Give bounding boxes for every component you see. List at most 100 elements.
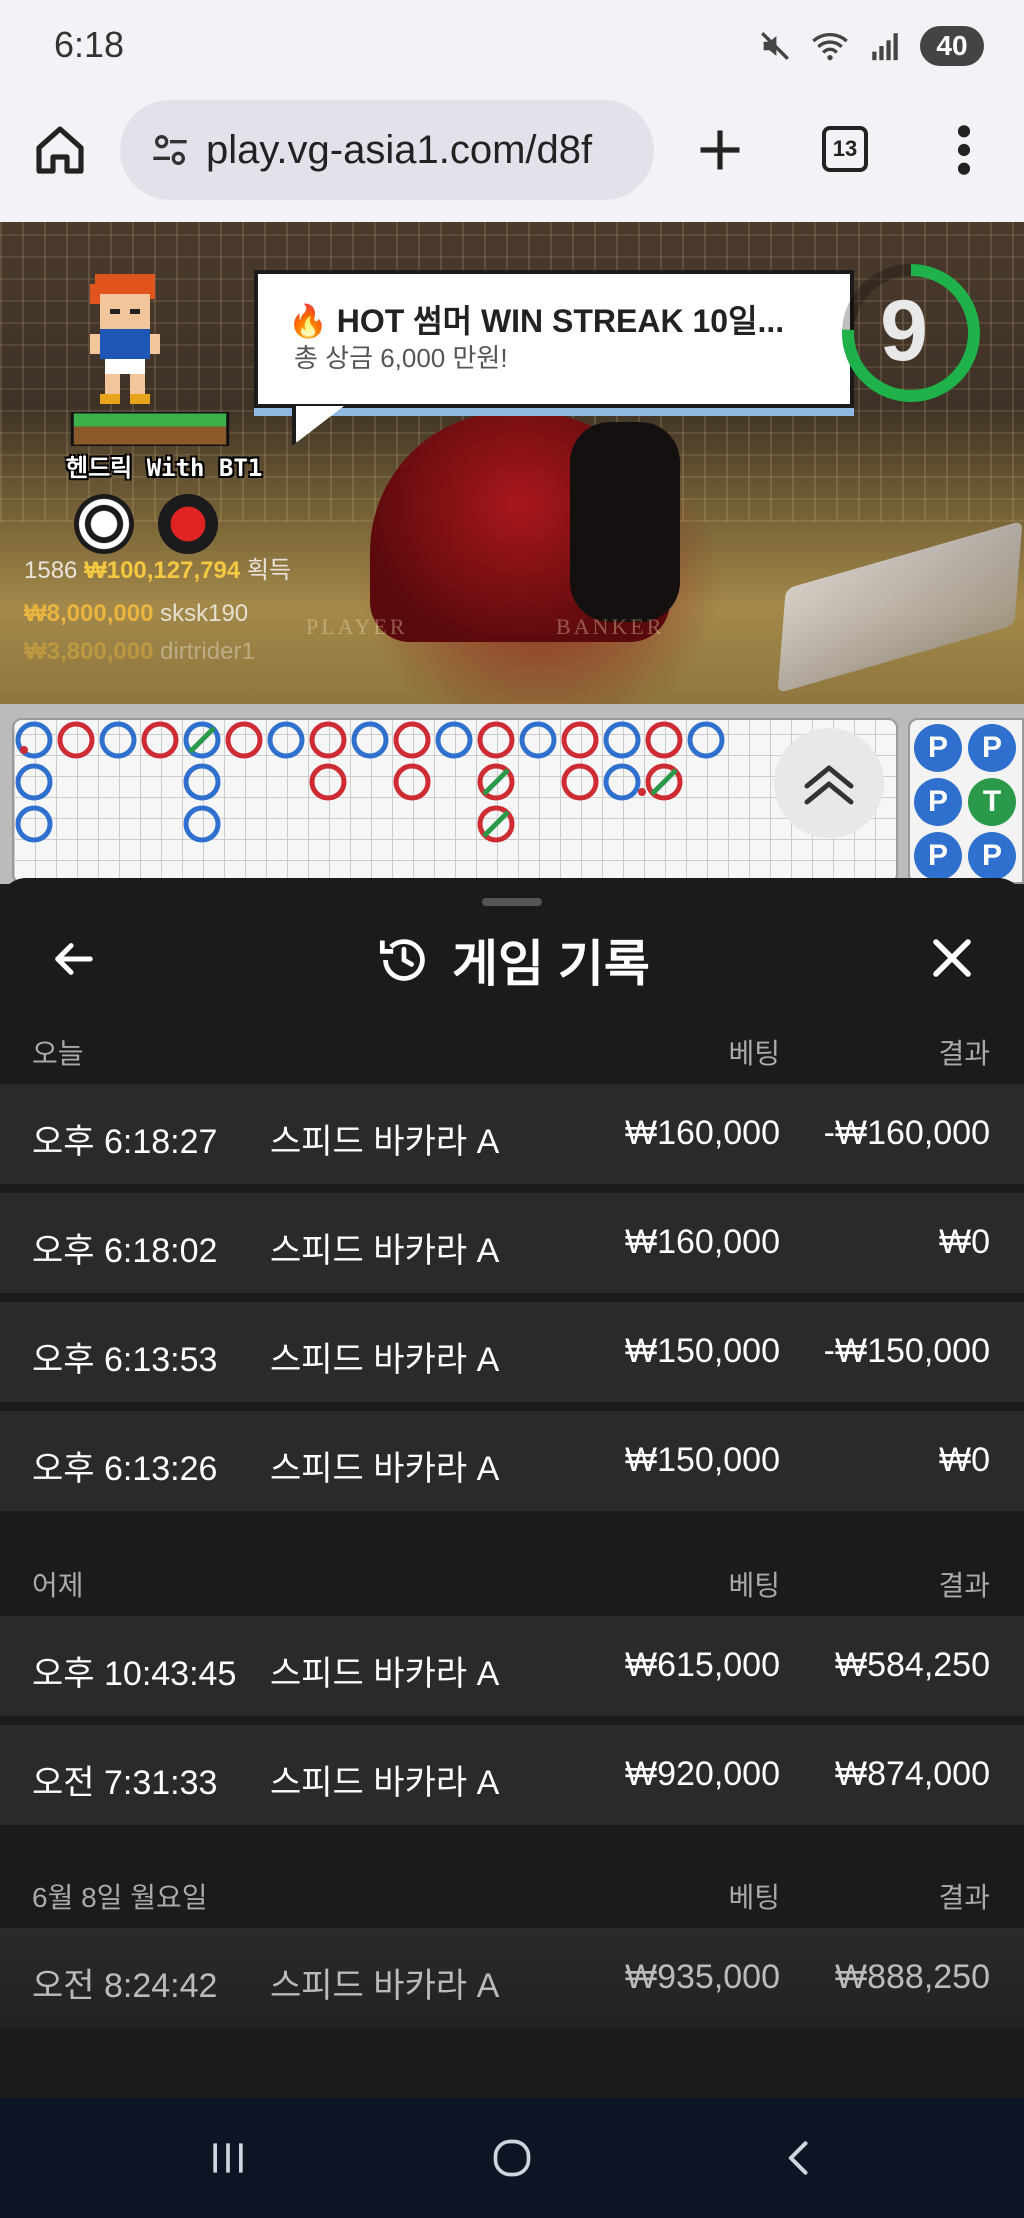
result-header: 결과 xyxy=(938,1038,990,1069)
row-game: 스피드 바카라 A xyxy=(270,1232,500,1270)
row-result: -₩160,000 xyxy=(823,1114,990,1152)
win-ticker-item: ₩8,000,000 sksk190 xyxy=(24,600,248,628)
mascot-character[interactable] xyxy=(80,274,170,404)
status-bar: 6:18 40 xyxy=(0,0,1024,92)
row-game: 스피드 바카라 A xyxy=(270,1123,500,1161)
close-icon[interactable] xyxy=(928,934,976,982)
row-game: 스피드 바카라 A xyxy=(270,1764,500,1802)
row-game: 스피드 바카라 A xyxy=(270,1967,500,2005)
bead-road-mark: P xyxy=(968,724,1016,772)
win-total-suffix: 획득 xyxy=(246,557,292,584)
row-time: 오전 7:31:33 xyxy=(32,1764,218,1802)
bead-road-mark: T xyxy=(968,778,1016,826)
row-time: 오후 6:13:53 xyxy=(32,1341,218,1379)
battery-indicator: 40 xyxy=(920,26,984,66)
bead-road-mark: P xyxy=(914,832,962,880)
table-label-banker: BANKER xyxy=(556,614,665,639)
recent-apps-icon[interactable] xyxy=(206,2136,250,2180)
game-history-sheet: 게임 기록 오늘 베팅 결과 오후 6:18:27 스피드 바카라 A ₩160… xyxy=(0,878,1024,2098)
row-result: -₩150,000 xyxy=(823,1332,990,1370)
win-ticker-item: ₩3,800,000 dirtrider1 xyxy=(24,638,255,666)
new-tab-icon[interactable] xyxy=(694,124,746,176)
history-row[interactable]: 오후 10:43:45 스피드 바카라 A ₩615,000 ₩584,250 xyxy=(0,1616,1024,1716)
row-time: 오후 6:13:26 xyxy=(32,1450,218,1488)
row-time: 오전 8:24:42 xyxy=(32,1967,218,2005)
win-nickname: sksk190 xyxy=(160,600,249,627)
history-row[interactable]: 오전 7:31:33 스피드 바카라 A ₩920,000 ₩874,000 xyxy=(0,1725,1024,1825)
table-label-player: PLAYER xyxy=(306,614,408,639)
home-nav-icon[interactable] xyxy=(490,2136,534,2180)
bead-road-mark: P xyxy=(914,778,962,826)
home-icon[interactable] xyxy=(32,122,88,178)
history-row[interactable]: 오전 8:24:42 스피드 바카라 A ₩935,000 ₩888,250 xyxy=(0,1928,1024,2028)
promo-subtitle: 총 상금 6,000 만원! xyxy=(294,343,508,373)
row-bet: ₩935,000 xyxy=(625,1958,780,1996)
back-arrow-icon[interactable] xyxy=(50,936,96,982)
row-result: ₩888,250 xyxy=(835,1958,990,1996)
live-video: PLAYER BANKER 헨드릭 With BT1 1586 ₩100,127… xyxy=(0,222,1024,704)
more-menu-icon[interactable] xyxy=(950,122,978,178)
history-row[interactable]: 오후 6:13:26 스피드 바카라 A ₩150,000 ₩0 xyxy=(0,1411,1024,1511)
red-orb-icon[interactable] xyxy=(158,494,218,554)
white-orb-icon[interactable] xyxy=(74,494,134,554)
history-row[interactable]: 오후 6:18:02 스피드 바카라 A ₩160,000 ₩0 xyxy=(0,1193,1024,1293)
row-bet: ₩160,000 xyxy=(625,1114,780,1152)
expand-up-button[interactable] xyxy=(774,728,884,838)
bead-road[interactable]: P P P T P P xyxy=(908,718,1024,884)
mascot-name: 헨드릭 With BT1 xyxy=(66,454,263,482)
win-amount: ₩8,000,000 xyxy=(24,600,154,627)
row-result: ₩584,250 xyxy=(835,1646,990,1684)
row-time: 오후 10:43:45 xyxy=(32,1655,237,1693)
grass-platform xyxy=(70,412,230,446)
bet-header: 베팅 xyxy=(728,1882,780,1913)
win-amount: ₩3,800,000 xyxy=(24,638,154,665)
promo-banner[interactable]: 🔥 HOT 썸머 WIN STREAK 10일... 총 상금 6,000 만원… xyxy=(254,270,854,408)
back-nav-icon[interactable] xyxy=(778,2136,822,2180)
row-result: ₩0 xyxy=(939,1223,990,1261)
countdown-number: 9 xyxy=(880,283,928,379)
result-header: 결과 xyxy=(938,1882,990,1913)
bet-header: 베팅 xyxy=(728,1038,780,1069)
url-text: play.vg-asia1.com/d8f xyxy=(206,127,593,172)
big-road[interactable] xyxy=(12,718,898,884)
win-nickname: dirtrider1 xyxy=(160,638,255,665)
history-row[interactable]: 오후 6:13:53 스피드 바카라 A ₩150,000 -₩150,000 xyxy=(0,1302,1024,1402)
row-result: ₩874,000 xyxy=(835,1755,990,1793)
site-settings-icon[interactable] xyxy=(150,130,190,170)
browser-toolbar: play.vg-asia1.com/d8f 13 xyxy=(0,92,1024,222)
row-time: 오후 6:18:02 xyxy=(32,1232,218,1270)
row-game: 스피드 바카라 A xyxy=(270,1655,500,1693)
status-icons: 40 xyxy=(758,26,984,66)
section-header-today: 오늘 베팅 결과 xyxy=(0,1020,1024,1076)
section-label: 어제 xyxy=(32,1570,84,1601)
dealer-hair xyxy=(570,422,680,622)
status-time: 6:18 xyxy=(54,24,125,65)
screen: 6:18 40 play.vg-asia1.com/d8f 13 PLAYER … xyxy=(0,0,1024,2218)
section-label: 6월 8일 월요일 xyxy=(32,1882,208,1913)
bet-header: 베팅 xyxy=(728,1570,780,1601)
big-road-marks xyxy=(15,721,725,843)
promo-title: 🔥 HOT 썸머 WIN STREAK 10일... xyxy=(288,303,785,339)
sheet-title: 게임 기록 xyxy=(378,924,650,996)
sheet-drag-handle[interactable] xyxy=(482,898,542,906)
row-result: ₩0 xyxy=(939,1441,990,1479)
row-game: 스피드 바카라 A xyxy=(270,1341,500,1379)
win-count: 1586 xyxy=(24,557,78,584)
section-label: 오늘 xyxy=(32,1038,84,1069)
history-row[interactable]: 오후 6:18:27 스피드 바카라 A ₩160,000 -₩160,000 xyxy=(0,1084,1024,1184)
win-ticker-total: 1586 ₩100,127,794 획득 xyxy=(24,550,291,585)
address-bar[interactable]: play.vg-asia1.com/d8f xyxy=(120,100,654,200)
card-shoe xyxy=(777,520,1023,694)
history-icon xyxy=(379,939,425,981)
row-bet: ₩920,000 xyxy=(625,1755,780,1793)
result-header: 결과 xyxy=(938,1570,990,1601)
tab-switcher-button[interactable]: 13 xyxy=(822,126,868,172)
system-nav-bar xyxy=(0,2098,1024,2218)
sheet-title-text: 게임 기록 xyxy=(452,936,650,992)
row-game: 스피드 바카라 A xyxy=(270,1450,500,1488)
row-time: 오후 6:18:27 xyxy=(32,1123,218,1161)
row-bet: ₩615,000 xyxy=(625,1646,780,1684)
wifi-icon xyxy=(812,33,848,61)
bead-road-mark: P xyxy=(968,832,1016,880)
row-bet: ₩160,000 xyxy=(625,1223,780,1261)
